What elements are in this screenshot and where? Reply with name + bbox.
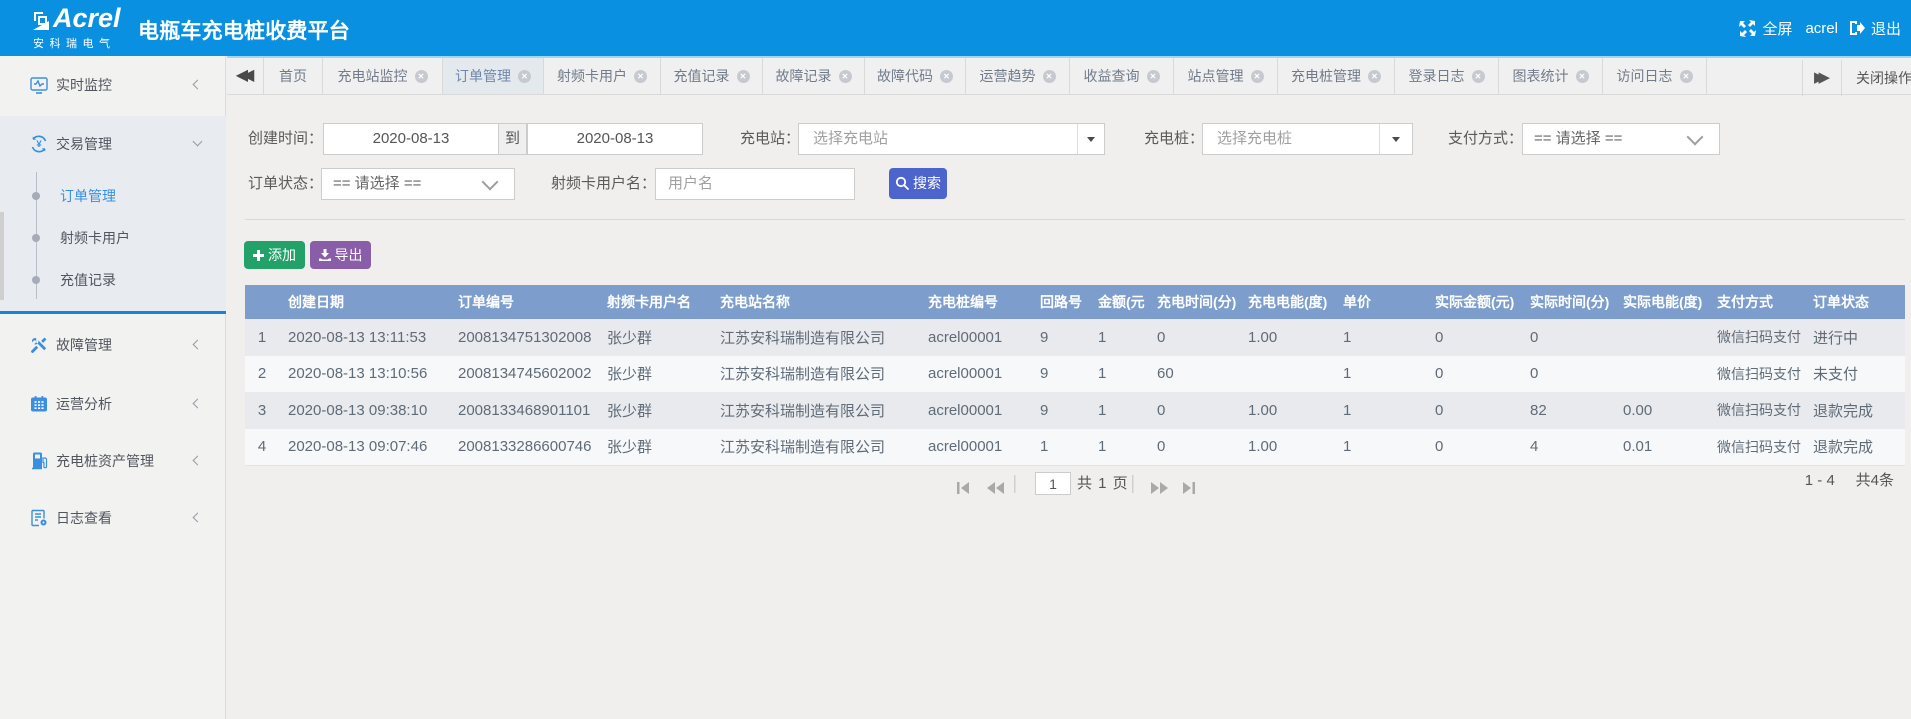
svg-text:¥: ¥ — [36, 139, 42, 150]
